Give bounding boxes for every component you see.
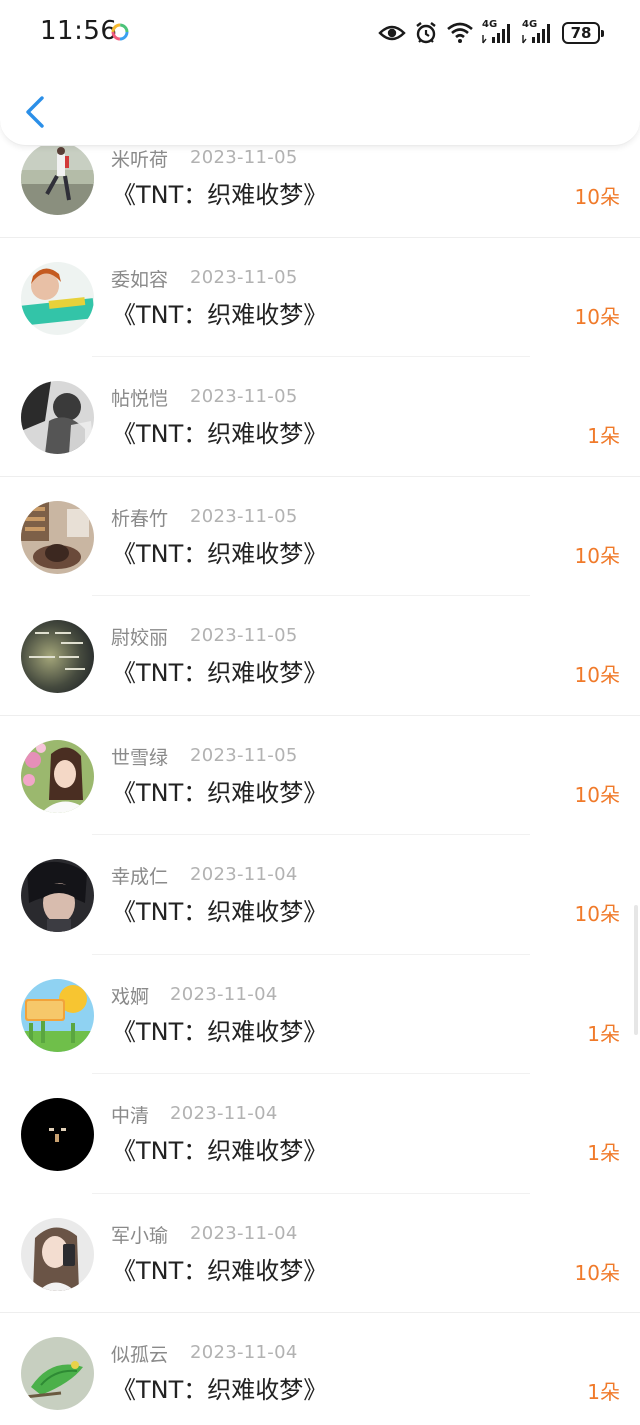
user-name: 戏婀 bbox=[111, 985, 150, 1008]
app-notification-icon bbox=[110, 22, 130, 42]
book-title: 《TNT：织难收梦》 bbox=[112, 539, 328, 568]
avatar bbox=[21, 739, 94, 813]
signal-icon-2: 4G bbox=[522, 19, 554, 45]
record-date: 2023-11-05 bbox=[190, 386, 298, 407]
list-item[interactable]: 幸成仁 2023-11-04 《TNT：织难收梦》 10朵 bbox=[0, 835, 640, 955]
gift-count: 10朵 bbox=[574, 1260, 620, 1285]
record-date: 2023-11-04 bbox=[190, 1342, 298, 1363]
record-date: 2023-11-04 bbox=[190, 1222, 298, 1244]
eye-icon bbox=[378, 23, 406, 43]
avatar bbox=[21, 1337, 94, 1410]
gift-count: 1朵 bbox=[587, 1021, 620, 1046]
status-bar: 11:56 4G 4G 78 bbox=[0, 0, 640, 68]
book-title: 《TNT：织难收梦》 bbox=[112, 300, 328, 329]
screen: 11:56 4G 4G 78 米听荷 2023-11-05 《TNT：织难收梦》… bbox=[0, 0, 640, 1425]
book-title: 《TNT：织难收梦》 bbox=[112, 181, 328, 209]
book-title: 《TNT：织难收梦》 bbox=[112, 1376, 328, 1404]
record-date: 2023-11-05 bbox=[190, 505, 298, 527]
user-name: 米听荷 bbox=[111, 149, 169, 171]
record-date: 2023-11-05 bbox=[190, 147, 298, 168]
wifi-icon bbox=[446, 22, 474, 44]
gift-record-list: 米听荷 2023-11-05 《TNT：织难收梦》 10朵 委如容 2023-1… bbox=[0, 118, 640, 1425]
gift-count: 10朵 bbox=[574, 185, 620, 209]
list-item[interactable]: 戏婀 2023-11-04 《TNT：织难收梦》 1朵 bbox=[0, 955, 640, 1074]
gift-count: 1朵 bbox=[587, 424, 620, 448]
book-title: 《TNT：织难收梦》 bbox=[112, 1017, 328, 1046]
user-name: 世雪绿 bbox=[111, 746, 169, 769]
list-item[interactable]: 军小瑜 2023-11-04 《TNT：织难收梦》 10朵 bbox=[0, 1194, 640, 1313]
book-title: 《TNT：织难收梦》 bbox=[112, 420, 328, 448]
avatar bbox=[21, 261, 94, 335]
record-date: 2023-11-05 bbox=[190, 744, 298, 766]
list-item[interactable]: 中清 2023-11-04 《TNT：织难收梦》 1朵 bbox=[0, 1074, 640, 1194]
record-date: 2023-11-05 bbox=[190, 266, 298, 288]
list-item[interactable]: 析春竹 2023-11-05 《TNT：织难收梦》 10朵 bbox=[0, 477, 640, 596]
back-button[interactable] bbox=[18, 90, 54, 134]
gift-count: 10朵 bbox=[574, 304, 620, 329]
user-name: 委如容 bbox=[111, 268, 169, 291]
book-title: 《TNT：织难收梦》 bbox=[112, 659, 328, 687]
signal-icon-1: 4G bbox=[482, 19, 514, 45]
avatar bbox=[21, 859, 94, 932]
gift-count: 1朵 bbox=[587, 1380, 620, 1404]
avatar bbox=[21, 500, 94, 574]
record-date: 2023-11-04 bbox=[170, 983, 278, 1005]
avatar bbox=[21, 142, 94, 215]
user-name: 析春竹 bbox=[111, 507, 169, 530]
user-name: 军小瑜 bbox=[111, 1224, 169, 1247]
record-date: 2023-11-05 bbox=[190, 625, 298, 646]
user-name: 中清 bbox=[111, 1105, 150, 1127]
avatar bbox=[21, 978, 94, 1052]
avatar bbox=[21, 1217, 94, 1291]
status-time: 11:56 bbox=[40, 16, 118, 46]
list-item[interactable]: 似孤云 2023-11-04 《TNT：织难收梦》 1朵 bbox=[0, 1313, 640, 1425]
status-icons: 4G 4G 78 bbox=[378, 18, 604, 48]
gift-count: 10朵 bbox=[574, 782, 620, 807]
chevron-left-icon bbox=[26, 96, 44, 128]
user-name: 帖悦恺 bbox=[111, 388, 169, 410]
list-item[interactable]: 尉姣丽 2023-11-05 《TNT：织难收梦》 10朵 bbox=[0, 596, 640, 716]
book-title: 《TNT：织难收梦》 bbox=[112, 1256, 328, 1285]
gift-count: 1朵 bbox=[587, 1141, 620, 1165]
book-title: 《TNT：织难收梦》 bbox=[112, 898, 328, 926]
avatar bbox=[21, 1098, 94, 1171]
list-item[interactable]: 世雪绿 2023-11-05 《TNT：织难收梦》 10朵 bbox=[0, 716, 640, 835]
alarm-icon bbox=[414, 21, 438, 45]
avatar bbox=[21, 381, 94, 454]
avatar bbox=[21, 620, 94, 693]
battery-indicator: 78 bbox=[562, 22, 604, 44]
record-date: 2023-11-04 bbox=[190, 864, 298, 885]
record-date: 2023-11-04 bbox=[170, 1103, 278, 1124]
list-item[interactable]: 帖悦恺 2023-11-05 《TNT：织难收梦》 1朵 bbox=[0, 357, 640, 477]
user-name: 尉姣丽 bbox=[111, 627, 169, 649]
user-name: 似孤云 bbox=[111, 1344, 169, 1366]
book-title: 《TNT：织难收梦》 bbox=[112, 778, 328, 807]
list-item[interactable]: 委如容 2023-11-05 《TNT：织难收梦》 10朵 bbox=[0, 238, 640, 357]
scrollbar[interactable] bbox=[634, 905, 638, 1035]
user-name: 幸成仁 bbox=[111, 866, 169, 888]
gift-count: 10朵 bbox=[574, 543, 620, 568]
gift-count: 10朵 bbox=[574, 902, 620, 926]
gift-count: 10朵 bbox=[574, 663, 620, 687]
book-title: 《TNT：织难收梦》 bbox=[112, 1137, 328, 1165]
